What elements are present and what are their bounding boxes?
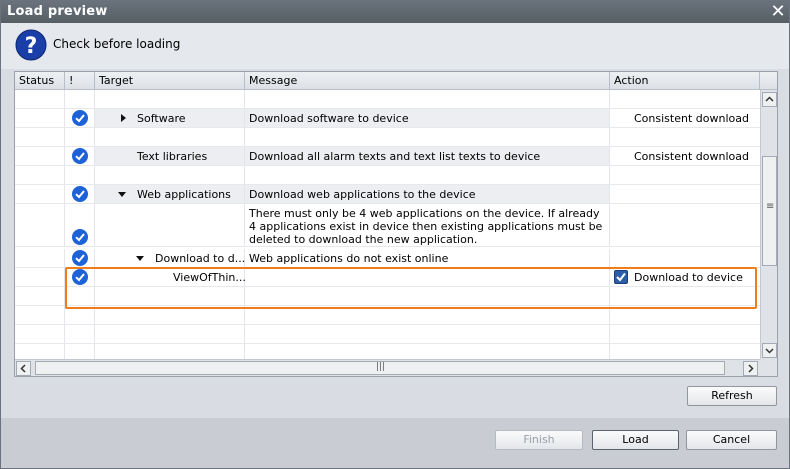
target-label: Web applications [137,188,231,201]
expand-arrow-icon[interactable] [121,114,126,122]
highlight-box [65,267,757,309]
horizontal-scrollbar[interactable]: ||| [15,359,760,376]
vertical-scroll-thumb[interactable]: ≡ [762,156,777,266]
load-preview-dialog: Load preview ✕ ? Check before loading St… [0,0,790,469]
refresh-button[interactable]: Refresh [687,386,777,406]
title-bar: Load preview ✕ [1,1,789,23]
hthumb-grip: ||| [376,362,386,372]
collapse-arrow-icon[interactable] [136,256,144,261]
table-row[interactable]: Download to d... Web applications do not… [15,249,760,268]
col-message[interactable]: Message [245,72,610,90]
chevron-up-icon [765,96,774,102]
chevron-left-icon [20,364,26,373]
vthumb-grip: ≡ [766,201,775,212]
table-row [15,325,760,344]
col-status[interactable]: Status [15,72,65,90]
scroll-up-button[interactable] [762,92,777,107]
col-bang[interactable]: ! [65,72,95,90]
question-icon: ? [15,29,47,61]
table-row [15,166,760,185]
header-area: ? Check before loading [1,23,789,69]
check-circle-icon [72,186,88,202]
col-target[interactable]: Target [95,72,245,90]
scroll-left-button[interactable] [16,361,31,376]
table-row[interactable]: Web applications Download web applicatio… [15,185,760,204]
check-circle-icon [72,110,88,126]
message-text: Web applications do not exist online [249,252,449,265]
table-row [15,344,760,360]
table-row[interactable]: There must only be 4 web applications on… [15,204,760,247]
table-row[interactable]: Software Download software to device Con… [15,109,760,128]
finish-button[interactable]: Finish [495,430,583,450]
message-text: Download web applications to the device [249,188,476,201]
scroll-down-button[interactable] [762,343,777,358]
header-message: Check before loading [53,37,181,51]
col-action[interactable]: Action [610,72,760,90]
action-value[interactable]: Consistent download [634,112,749,125]
check-circle-icon [72,148,88,164]
check-circle-icon [72,250,88,266]
message-text: Download software to device [249,112,409,125]
column-header: Status ! Target Message Action [15,72,777,90]
table-row [15,128,760,147]
svg-text:?: ? [25,34,38,59]
dialog-title: Load preview [7,4,108,19]
collapse-arrow-icon[interactable] [118,192,126,197]
vertical-scrollbar[interactable]: ≡ [760,90,777,360]
scrollbar-corner [760,359,777,376]
close-button[interactable]: ✕ [768,2,788,22]
check-circle-icon [72,229,88,245]
cancel-button[interactable]: Cancel [686,430,777,450]
message-text: Download all alarm texts and text list t… [249,150,541,163]
load-button[interactable]: Load [592,430,679,450]
preview-grid: Status ! Target Message Action Software … [14,71,778,377]
chevron-down-icon [765,348,774,354]
grid-rows: Software Download software to device Con… [15,90,760,360]
chevron-right-icon [748,364,754,373]
table-row [15,90,760,109]
table-row[interactable]: Text libraries Download all alarm texts … [15,147,760,166]
target-label: Software [137,112,186,125]
message-text: There must only be 4 web applications on… [249,207,603,246]
scroll-right-button[interactable] [743,361,758,376]
horizontal-scroll-thumb[interactable]: ||| [35,361,725,375]
target-label: Text libraries [137,150,208,163]
action-value[interactable]: Consistent download [634,150,749,163]
target-label: Download to d... [155,252,246,265]
